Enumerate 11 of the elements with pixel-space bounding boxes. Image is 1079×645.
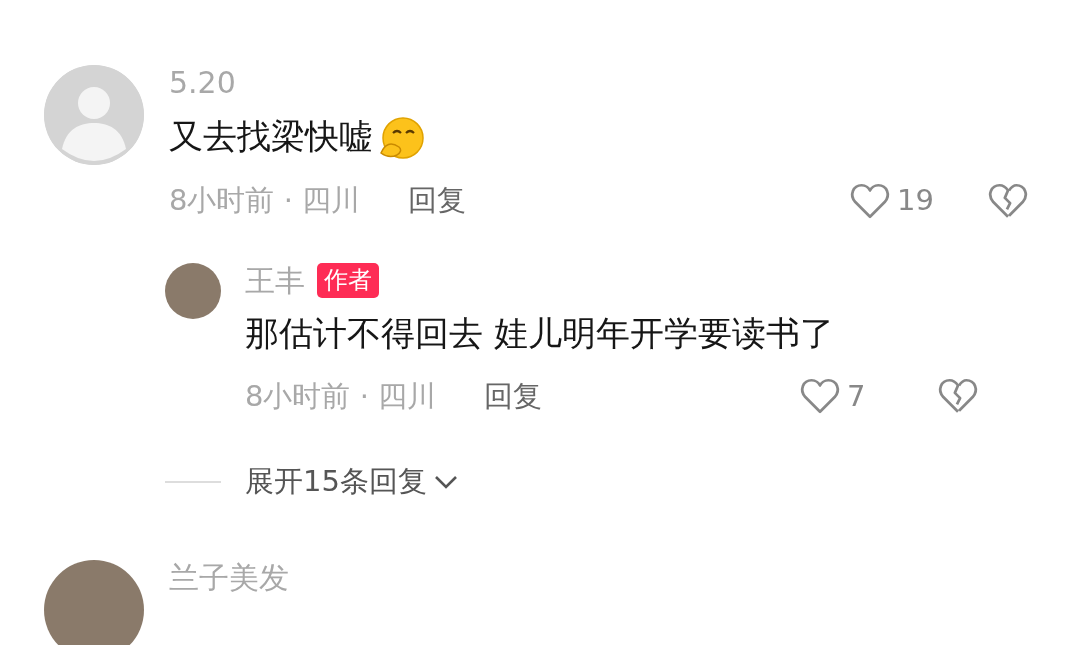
comment-time-location: 8小时前 · 四川 (169, 182, 361, 219)
reply-link[interactable]: 回复 (408, 179, 467, 223)
author-badge: 作者 (317, 263, 379, 298)
chevron-down-icon (432, 473, 459, 490)
comment-time-location: 8小时前 · 四川 (245, 377, 437, 415)
comment-text: 那估计不得回去 娃儿明年开学要读书了 (245, 311, 834, 355)
like-count: 19 (897, 182, 935, 219)
like-count: 7 (847, 377, 867, 415)
comment-text: 又去找梁快嘘 (169, 114, 373, 158)
reply-link[interactable]: 回复 (484, 374, 543, 419)
expand-replies-button[interactable]: 展开15条回复 (245, 460, 459, 504)
